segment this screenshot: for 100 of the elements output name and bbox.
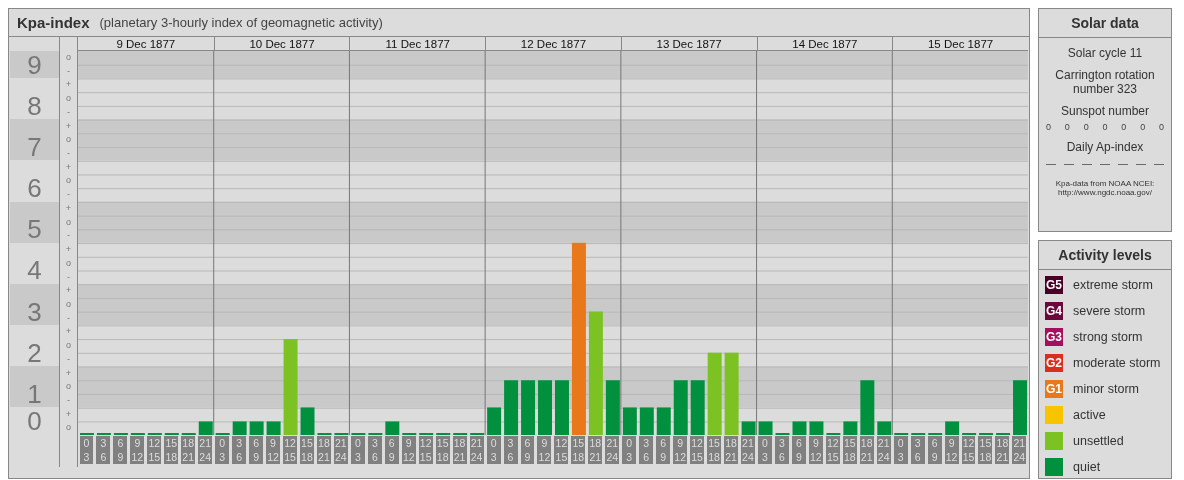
sunspot-value: 0 xyxy=(1046,122,1051,132)
level-label: minor storm xyxy=(1073,382,1139,396)
sub-level-label: - xyxy=(66,270,71,284)
shaded-band xyxy=(10,366,59,408)
sub-level-label: + xyxy=(64,284,73,298)
time-slot-label: 9 12 xyxy=(673,436,688,465)
time-slot-label: 12 15 xyxy=(825,436,840,465)
sub-level-label: o xyxy=(65,421,72,435)
time-slot-label: 12 15 xyxy=(418,436,433,465)
time-slot-label: 12 15 xyxy=(554,436,569,465)
carrington-text: Carrington rotation number 323 xyxy=(1054,68,1156,96)
kp-bar xyxy=(1013,380,1027,435)
time-slot-label: 3 6 xyxy=(232,436,247,465)
level-label: moderate storm xyxy=(1073,356,1161,370)
date-label: 12 Dec 1877 xyxy=(485,37,621,50)
time-slot-label: 15 18 xyxy=(842,436,857,465)
time-slot-label: 9 12 xyxy=(401,436,416,465)
level-swatch: G2 xyxy=(1045,354,1063,372)
time-slot-label: 0 3 xyxy=(79,436,94,465)
sub-level-label: o xyxy=(65,297,72,311)
kp-bar xyxy=(639,407,654,435)
sub-level-label: + xyxy=(64,78,73,92)
kp-level-label: 3 xyxy=(27,296,42,327)
level-swatch: G3 xyxy=(1045,328,1063,346)
time-slot-label: 6 9 xyxy=(656,436,671,465)
time-slot-label: 21 24 xyxy=(333,436,348,465)
ap-index-value: — xyxy=(1064,158,1074,169)
time-slot-label: 15 18 xyxy=(435,436,450,465)
sub-level-label: o xyxy=(65,133,72,147)
level-label: active xyxy=(1073,408,1106,422)
shaded-band xyxy=(10,51,59,79)
sub-level-label: - xyxy=(66,393,71,407)
time-slot-label: 6 9 xyxy=(113,436,128,465)
sunspot-value: 0 xyxy=(1158,122,1164,132)
time-slot-label: 15 18 xyxy=(571,436,586,465)
sub-level-label: o xyxy=(65,380,72,394)
kp-level-label: 9 xyxy=(27,49,42,80)
time-slot-label: 18 21 xyxy=(724,436,738,465)
time-slot-label: 6 9 xyxy=(384,436,399,465)
kp-bar xyxy=(656,407,671,435)
time-slot-label: 3 6 xyxy=(96,436,111,465)
time-slot-label: 21 24 xyxy=(1012,436,1027,465)
time-slot-label: 12 15 xyxy=(961,436,976,465)
date-label: 10 Dec 1877 xyxy=(213,37,350,50)
kp-bar xyxy=(504,380,519,435)
date-label: 15 Dec 1877 xyxy=(892,37,1028,50)
panel-title: Kpa-index xyxy=(17,14,90,31)
kp-bar xyxy=(843,421,858,435)
level-swatch: G4 xyxy=(1045,302,1063,320)
panel-title: Activity levels xyxy=(1039,241,1171,270)
time-slot-label: 0 3 xyxy=(486,436,501,465)
sub-level-label: - xyxy=(66,105,71,119)
level-label: strong storm xyxy=(1073,330,1143,344)
time-slot-label: 15 18 xyxy=(164,436,179,465)
date-label: 14 Dec 1877 xyxy=(756,37,893,50)
time-slot-label: 15 18 xyxy=(978,436,993,465)
kp-bar xyxy=(622,407,637,435)
panel-subtitle: (planetary 3-hourly index of geomagnetic activity) xyxy=(99,15,383,30)
ap-index-value: — xyxy=(1100,158,1110,169)
time-slot-label: 0 3 xyxy=(893,436,908,465)
time-slot-label: 6 9 xyxy=(791,436,806,465)
panel-title: Solar data xyxy=(1039,9,1171,38)
source-link[interactable]: http://www.ngdc.noaa.gov/ xyxy=(1058,188,1152,197)
sub-level-label: o xyxy=(65,256,72,270)
kp-bar xyxy=(792,421,807,435)
time-slot-label: 3 6 xyxy=(639,436,654,465)
shaded-band xyxy=(10,283,59,326)
ap-index-value: — xyxy=(1154,158,1164,169)
ap-index-label: Daily Ap-index xyxy=(1065,140,1145,154)
sub-level-label: o xyxy=(65,174,72,188)
kp-bar xyxy=(538,380,552,435)
time-slot-label: 21 24 xyxy=(198,436,213,465)
kp-bar xyxy=(673,380,688,435)
time-slot-label: 18 21 xyxy=(181,436,196,465)
time-slot-label: 21 24 xyxy=(876,436,891,465)
time-slot-label: 18 21 xyxy=(995,436,1010,465)
time-slot-label: 0 3 xyxy=(758,436,772,465)
date-label: 11 Dec 1877 xyxy=(349,37,486,50)
sub-level-label: o xyxy=(65,215,72,229)
time-slot-label: 3 6 xyxy=(774,436,789,465)
level-label: extreme storm xyxy=(1073,278,1153,292)
sub-level-label: - xyxy=(66,311,71,325)
kp-bar xyxy=(809,421,824,435)
kp-level-label: 0 xyxy=(27,406,42,437)
kp-level-label: 2 xyxy=(27,337,42,368)
sub-level-label: - xyxy=(66,352,71,366)
sub-level-label: o xyxy=(65,339,72,353)
sunspot-value: 0 xyxy=(1064,122,1070,132)
sub-level-label: + xyxy=(64,325,73,339)
time-slot-label: 18 21 xyxy=(859,436,874,465)
level-label: severe storm xyxy=(1073,304,1146,318)
kp-bar xyxy=(487,407,502,435)
time-slot-label: 9 12 xyxy=(130,436,145,465)
kp-level-label: 5 xyxy=(27,214,42,245)
time-slot-label: 9 12 xyxy=(944,436,959,465)
time-slot-label: 0 3 xyxy=(622,436,637,465)
date-label: 9 Dec 1877 xyxy=(115,37,177,50)
kp-bar xyxy=(877,421,892,435)
sub-level-label: - xyxy=(66,229,71,243)
kp-bar xyxy=(690,380,705,435)
